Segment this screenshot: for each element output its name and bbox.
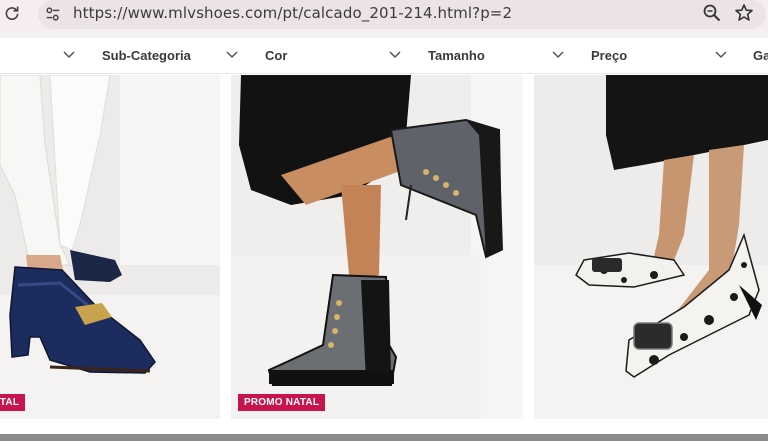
filter-bar: Sub-Categoria Cor Tamanho Preço Ga: [0, 38, 768, 74]
product-image: [0, 75, 220, 419]
filter-label: Ga: [753, 48, 768, 63]
filter-label: Sub-Categoria: [102, 48, 191, 63]
chevron-down-icon: [63, 51, 75, 59]
bookmark-star-icon[interactable]: [734, 3, 754, 23]
product-card[interactable]: [534, 75, 768, 419]
chevron-down-icon: [715, 51, 727, 59]
zoom-icon[interactable]: [702, 3, 722, 23]
filter-category[interactable]: [0, 38, 80, 74]
filter-price[interactable]: Preço: [584, 38, 734, 74]
filter-partial[interactable]: Ga: [747, 38, 768, 74]
filter-sub-category[interactable]: Sub-Categoria: [95, 38, 245, 74]
chevron-down-icon: [389, 51, 401, 59]
product-card[interactable]: PROMO NATAL: [231, 75, 523, 419]
chevron-down-icon: [226, 51, 238, 59]
bottom-scroll-edge: [0, 434, 768, 441]
reload-icon[interactable]: [3, 4, 21, 22]
filter-color[interactable]: Cor: [258, 38, 408, 74]
chevron-down-icon: [552, 51, 564, 59]
filter-label: Tamanho: [428, 48, 485, 63]
product-card[interactable]: PROMO NATAL: [0, 75, 220, 419]
product-image: [534, 75, 768, 419]
promo-badge: PROMO NATAL: [238, 394, 326, 411]
browser-toolbar: https://www.mlvshoes.com/pt/calcado_201-…: [0, 0, 768, 30]
url-text[interactable]: https://www.mlvshoes.com/pt/calcado_201-…: [73, 4, 512, 22]
filter-label: Cor: [265, 48, 288, 63]
site-settings-icon[interactable]: [44, 5, 62, 23]
promo-badge: PROMO NATAL: [0, 394, 26, 411]
product-image: [231, 75, 523, 419]
filter-size[interactable]: Tamanho: [421, 38, 571, 74]
page-top-divider: [0, 30, 768, 38]
filter-label: Preço: [591, 48, 628, 63]
